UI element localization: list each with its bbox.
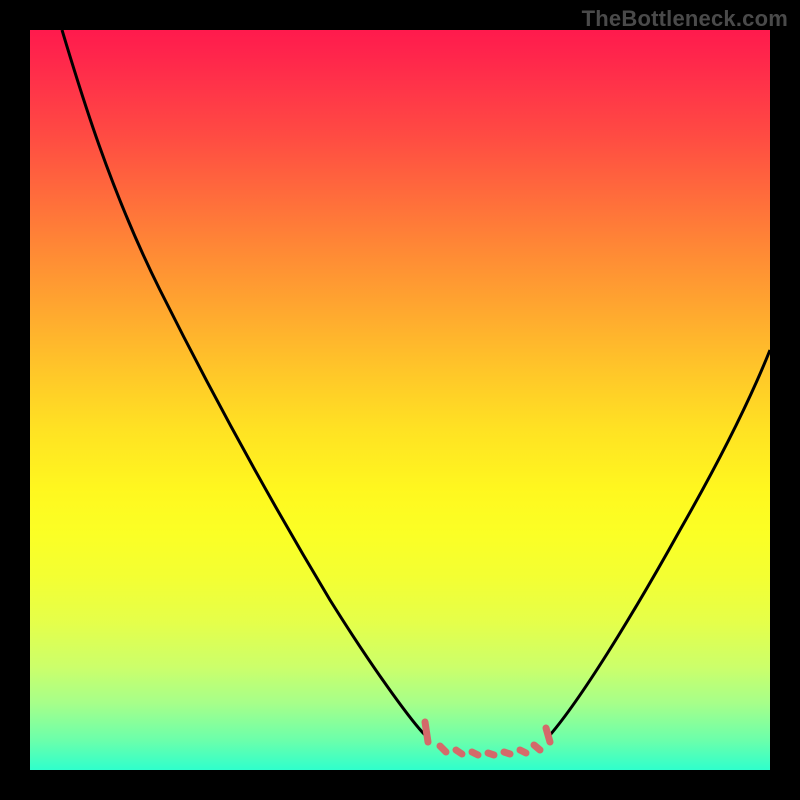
chart-frame: TheBottleneck.com — [0, 0, 800, 800]
curve-layer — [30, 30, 770, 770]
plot-area — [30, 30, 770, 770]
right-curve — [550, 350, 770, 735]
marker-cluster — [425, 722, 550, 755]
watermark-text: TheBottleneck.com — [582, 6, 788, 32]
left-curve — [62, 30, 425, 735]
